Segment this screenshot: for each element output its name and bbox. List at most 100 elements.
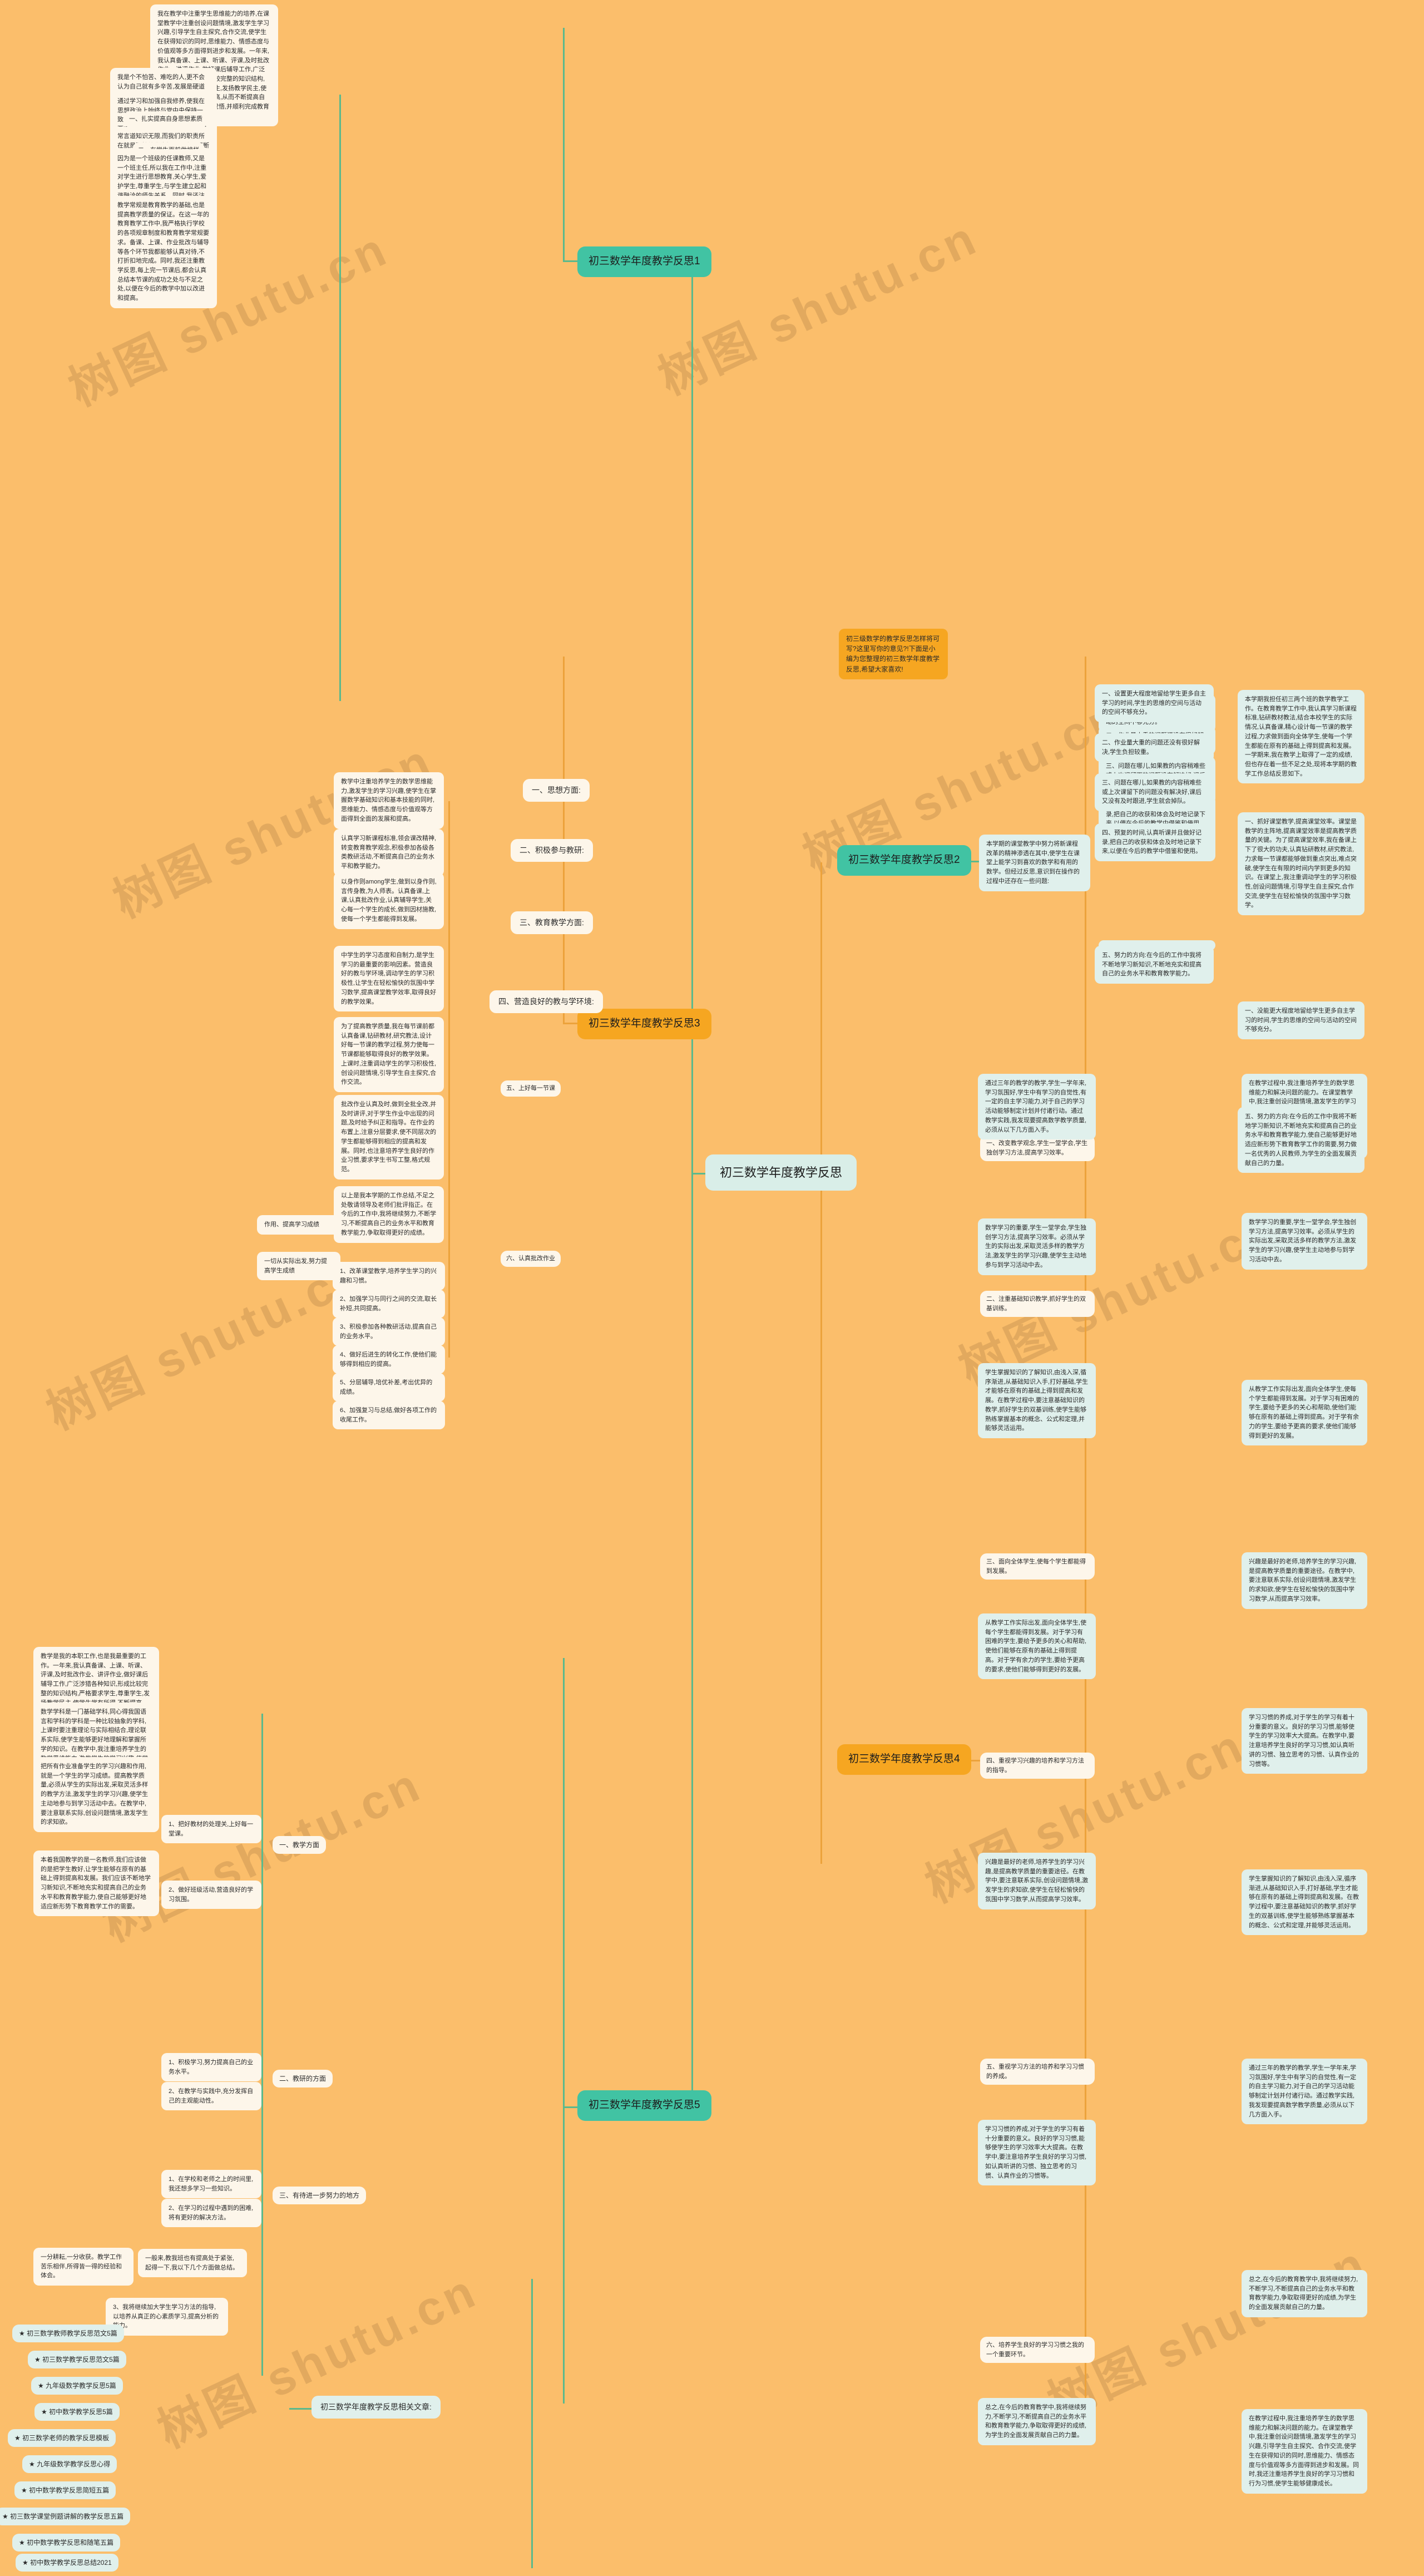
b5-list-4[interactable]: 2、在教学与实践中,充分发挥自己的主观能动性。 [161, 2082, 261, 2111]
b3-node-6[interactable]: 批改作业认真及时,做到全批全改,并及时讲评,对于学生作业中出现的问题,及时给予纠… [334, 1095, 444, 1180]
watermark: 树图 shutu.cn [61, 221, 397, 416]
b3-list-3[interactable]: 3、积极参加各种教研活动,提高自己的业务水平。 [333, 1317, 445, 1346]
b3-list-1[interactable]: 1、改革课堂教学,培养学生学习的兴趣和习惯。 [333, 1262, 445, 1291]
branch-node-4[interactable]: 初三数学年度教学反思4 [837, 1744, 971, 1775]
b4-node-r2[interactable]: 二、作业量大重的问题还没有很好解决,学生负担较重。 [1095, 733, 1214, 762]
b5-list-5[interactable]: 1、在学校和老师之上的时间里,我还想多学习一些知识。 [161, 2170, 261, 2199]
b1-sub-1[interactable]: 一、扎实提高自身思想素质 [123, 111, 208, 127]
edge-b3-join [563, 1023, 577, 1024]
edge-b5-join [563, 2106, 577, 2108]
branch-node-2[interactable]: 初三数学年度教学反思2 [837, 845, 971, 876]
b4-right-col-8[interactable]: 总之,在今后的教育教学中,我将继续努力,不断学习,不断提高自己的业务水平和教育教… [1242, 2270, 1367, 2317]
related-item-3[interactable]: ★ 初中数学教学反思5篇 [34, 2403, 120, 2421]
b4-text-7[interactable]: 总之,在今后的教育教学中,我将继续努力,不断学习,不断提高自己的业务水平和教育教… [978, 2398, 1096, 2445]
b4-node-r3[interactable]: 三、问题在哪儿,如果教的内容稍难些或上次课留下的问题没有解决好,课后又没有及时跟… [1095, 773, 1214, 812]
b5-sub-2[interactable]: 二、教研的方面 [273, 2070, 333, 2088]
b3-sub-2[interactable]: 二、积极参与教研: [511, 839, 593, 862]
center-title[interactable]: 初三数学年度教学反思 [705, 1154, 857, 1191]
b3-sub-5[interactable]: 五、上好每一节课 [501, 1080, 561, 1097]
b4-right-col-6[interactable]: 学生掌握知识的了解知识,由浅入深,循序渐进,从基础知识入手,打好基础,学生才能够… [1242, 1869, 1367, 1936]
b5-list-7[interactable]: 一分耕耘,一分收获。教学工作苦乐相伴,所得皆一得的经验和体会。 [33, 2248, 134, 2286]
b3-list-4[interactable]: 4、做好后进生的转化工作,使他们能够得到相应的提高。 [333, 1345, 445, 1374]
b4-node-r5[interactable]: 五、努力的方向:在今后的工作中我将不断地学习新知识,不断地充实和提高自己的业务水… [1095, 946, 1214, 984]
edge-center-right [820, 862, 822, 1174]
b4-right-col-3[interactable]: 从教学工作实际出发,面向全体学生,使每个学生都能得到发展。对于学习有困难的学生,… [1242, 1380, 1367, 1446]
b3-list-2[interactable]: 2、加强学习与同行之间的交流,取长补短,共同提高。 [333, 1290, 445, 1319]
b2-right-col-1[interactable]: 一、没能更大程度地留给学生更多自主学习的时间,学生的思维的空间与活动的空间不够充… [1238, 1001, 1364, 1040]
b5-node-4[interactable]: 本着我国教学的是一名教师,我们应该做的是把学生教好,让学生能够在原有的基础上得到… [33, 1850, 159, 1917]
b4-sub-5[interactable]: 五、重视学习方法的培养和学习习惯的养成。 [980, 2059, 1095, 2085]
b5-list-3[interactable]: 1、积极学习,努力提高自己的业务水平。 [161, 2053, 261, 2082]
edge-center-left-2 [691, 1174, 693, 2120]
b1-node-5[interactable]: 教学常规是教育教学的基础,也是提高教学质量的保证。在这一年的教育教学工作中,我严… [110, 196, 217, 308]
related-item-9[interactable]: ★ 初中数学教学反思总结2021 [16, 2554, 118, 2572]
b4-sub-3[interactable]: 三、面向全体学生,使每个学生都能得到发展。 [980, 1553, 1095, 1580]
b5-sub-3[interactable]: 三、有待进一步努力的地方 [273, 2187, 367, 2205]
related-item-8[interactable]: ★ 初中数学教学反思和随笔五篇 [12, 2534, 121, 2552]
edge-b3-sub [448, 801, 450, 1358]
b4-right-col-4[interactable]: 兴趣是最好的老师,培养学生的学习兴趣,是提高教学质量的重要途径。在教学中,要注意… [1242, 1552, 1367, 1609]
related-item-5[interactable]: ★ 九年级数学教学反思心得 [22, 2455, 117, 2474]
watermark: 树图 shutu.cn [650, 210, 986, 405]
branch-node-5[interactable]: 初三数学年度教学反思5 [577, 2090, 711, 2121]
watermark: 树图 shutu.cn [150, 2263, 486, 2458]
branch-node-related[interactable]: 初三数学年度教学反思相关文章: [312, 2396, 441, 2419]
edge-center-right-2 [820, 1174, 822, 1864]
b2-long-node-1[interactable]: 本学期我担任初三两个班的数学教学工作。在教育教学工作中,我认真学习新课程标准,钻… [1238, 690, 1364, 784]
edge-b1-sub [339, 95, 341, 701]
branch-node-1[interactable]: 初三数学年度教学反思1 [577, 246, 711, 277]
b4-node-r4[interactable]: 四、预复的时间,认真听课并且做好记录,把自己的收获和体会及时地记录下来,以便在今… [1095, 823, 1214, 862]
b3-node-4[interactable]: 中学生的学习态度和自制力,是学生学习的最重要的影响因素。营造良好的教与学环境,调… [334, 946, 444, 1012]
edge-b1-spine [563, 28, 565, 261]
b3-sub-3[interactable]: 三、教育教学方面: [511, 911, 593, 935]
b3-list-8[interactable]: 一切从实际出发,努力提高学生成绩 [257, 1252, 340, 1281]
b4-text-6[interactable]: 学习习惯的养成,对于学生的学习有着十分重要的意义。良好的学习习惯,能够使学生的学… [978, 2120, 1096, 2186]
edge-b5-sub [261, 1714, 263, 2376]
b4-text-2[interactable]: 数学学习的重要,学生一堂学会,学生独创学习方法,提高学习效率。必须从学生的实际出… [978, 1218, 1096, 1275]
b4-right-col-7[interactable]: 通过三年的教学的教学,学生一学年来,学习氛围好,学生中有学习的自觉性,有一定的自… [1242, 2059, 1367, 2125]
related-item-4[interactable]: ★ 初三数学老师的教学反思模板 [8, 2429, 116, 2447]
b3-node-2[interactable]: 认真学习新课程标准,领会课改精神,转变教育教学观念,积极参加各级各类教研活动,不… [334, 829, 444, 876]
b2-intro-node[interactable]: 本学期的课堂教学中努力将新课程改革的精神渗透在其中,使学生在课堂上能学习到喜欢的… [979, 835, 1090, 891]
b5-sub-1[interactable]: 一、教学方面 [273, 1836, 327, 1854]
b4-text-5[interactable]: 兴趣是最好的老师,培养学生的学习兴趣,是提高教学质量的重要途径。在教学中,要注意… [978, 1853, 1096, 1909]
edge-b1-join [563, 260, 577, 262]
b3-node-7[interactable]: 以上是我本学期的工作总结,不足之处敬请领导及老师们批评指正。在今后的工作中,我将… [334, 1186, 444, 1243]
b4-node-r1[interactable]: 一、设置更大程度地留给学生更多自主学习的时间,学生的思维的空间与活动的空间不够充… [1095, 684, 1214, 723]
b3-list-5[interactable]: 5、分层辅导,培优补差,考出优异的成绩。 [333, 1373, 445, 1402]
b5-list-9[interactable]: 3、我将继续加大学生学习方法的指导,以培养从真正的心素质学习,提高分析的能力。 [106, 2298, 228, 2336]
related-item-1[interactable]: ★ 初三数学教学反思范文5篇 [28, 2351, 126, 2369]
b4-sub-4[interactable]: 四、重视学习兴趣的培养和学习方法的指导。 [980, 1753, 1095, 1779]
b3-node-5[interactable]: 为了提高教学质量,我在每节课前都认真备课,钻研教材,研究教法,设计好每一节课的教… [334, 1017, 444, 1093]
b5-list-6[interactable]: 2、在学习的过程中遇到的困难,将有更好的解决方法。 [161, 2199, 261, 2228]
b3-list-7[interactable]: 作用、提高学习成绩 [257, 1215, 340, 1235]
b4-sub-2[interactable]: 二、注重基础知识教学,抓好学生的双基训练。 [980, 1291, 1095, 1317]
b2-right-col-2[interactable]: 五、努力的方向:在今后的工作中我将不断地学习新知识,不断地充实和提高自己的业务水… [1238, 1107, 1364, 1173]
b2-long-node-2[interactable]: 一、抓好课堂教学,提高课堂效率。课堂是教学的主阵地,提高课堂效率是提高教学质量的… [1238, 812, 1364, 916]
b4-text-4[interactable]: 从教学工作实际出发,面向全体学生,使每个学生都能得到发展。对于学习有困难的学生,… [978, 1613, 1096, 1680]
b5-list-8[interactable]: 一般来,教我班也有提高处于紧张,起得一下,我以下几个方面做总结。 [138, 2249, 247, 2278]
b4-right-col-2[interactable]: 数学学习的重要,学生一堂学会,学生独创学习方法,提高学习效率。必须从学生的实际出… [1242, 1213, 1367, 1270]
related-item-6[interactable]: ★ 初中数学教学反思简短五篇 [14, 2481, 116, 2500]
b4-text-3[interactable]: 学生掌握知识的了解知识,由浅入深,循序渐进,从基础知识入手,打好基础,学生才能够… [978, 1363, 1096, 1439]
b3-sub-6[interactable]: 六、认真批改作业 [501, 1251, 561, 1267]
b3-node-3[interactable]: 以身作则among学生,做到以身作则,言传身教,为人师表。认真备课,上课,认真批… [334, 872, 444, 929]
b5-list-1[interactable]: 1、把好教材的处理关,上好每一堂课。 [161, 1815, 261, 1844]
b5-list-2[interactable]: 2、做好班级活动,营造良好的学习氛围。 [161, 1881, 261, 1909]
edge-rel-join [289, 2408, 312, 2410]
branch-node-3[interactable]: 初三数学年度教学反思3 [577, 1009, 711, 1039]
b3-list-6[interactable]: 6、加强复习与总结,做好各项工作的收尾工作。 [333, 1401, 445, 1430]
b4-sub-6[interactable]: 六、培养学生良好的学习习惯之我的一个重要环节。 [980, 2337, 1095, 2363]
b3-node-1[interactable]: 教学中注重培养学生的数学思维能力,激发学生的学习兴趣,使学生在掌握数学基础知识和… [334, 772, 444, 829]
b4-right-col-9[interactable]: 在教学过程中,我注重培养学生的数学思维能力和解决问题的能力。在课堂教学中,我注重… [1242, 2409, 1367, 2494]
related-item-2[interactable]: ★ 九年级数学教学反思5篇 [31, 2377, 123, 2395]
related-item-7[interactable]: ★ 初三数学课堂例题讲解的教学反思五篇 [0, 2508, 131, 2526]
b4-right-col-5[interactable]: 学习习惯的养成,对于学生的学习有着十分重要的意义。良好的学习习惯,能够使学生的学… [1242, 1708, 1367, 1774]
edge-b5-spine [563, 1658, 565, 2404]
b5-node-3[interactable]: 把所有作业准备学生的学习兴趣和作用,就是一个学生的学习成绩。提高教学质量,必须从… [33, 1757, 159, 1833]
b4-highlight-note[interactable]: 初三级数学的教学反思怎样将可写?这里写你的意见?!下面是小编为您整理的初三数学年… [839, 629, 948, 679]
b3-sub-1[interactable]: 一、思想方面: [523, 779, 590, 802]
b3-sub-4[interactable]: 四、营造良好的教与学环境: [490, 990, 603, 1014]
b4-text-1[interactable]: 通过三年的教学的教学,学生一学年来,学习氛围好,学生中有学习的自觉性,有一定的自… [978, 1074, 1096, 1140]
related-item-0[interactable]: ★ 初三数学教师教学反思范文5篇 [12, 2325, 124, 2343]
